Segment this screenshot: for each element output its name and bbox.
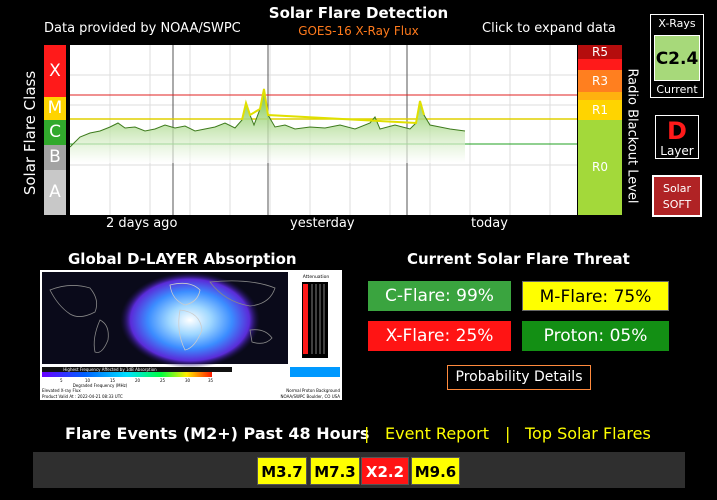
time-label-2-days-ago: 2 days ago [106,216,178,231]
scale-tick: 25 [160,378,166,383]
proton-background-text: Normal Proton Background [286,388,340,393]
scale-tick: 30 [185,378,191,383]
time-label-yesterday: yesterday [290,216,355,231]
dlayer-heading: Global D-LAYER Absorption [68,250,297,268]
probability-details-button[interactable]: Probability Details [447,365,591,390]
radio-level-r5: R5 [578,45,622,59]
threat-heading: Current Solar Flare Threat [407,250,630,268]
separator: | [505,424,511,443]
xray-current-panel[interactable]: X-Rays C2.4 Current [650,14,704,98]
map-caption: Highest Frequency Affected by 1dB Absorp… [63,367,157,372]
solarsoft-label-line1: Solar [662,182,692,195]
d-layer-button[interactable]: D Layer [655,115,699,159]
solarsoft-button[interactable]: Solar SOFT [652,175,702,217]
c-flare-probability: C-Flare: 99% [368,281,511,311]
attenuation-title: Attenuation [303,274,330,280]
flare-class-axis-label: Solar Flare Class [21,70,39,196]
proton-probability: Proton: 05% [522,321,669,351]
radio-level-r0: R0 [578,120,622,215]
flare-event-item[interactable]: X2.2 [361,457,409,485]
time-label-today: today [471,216,508,231]
d-letter-icon: D [667,117,687,145]
flare-event-item[interactable]: M3.7 [257,457,307,485]
radio-level-r1: R1 [578,100,622,120]
m-flare-probability: M-Flare: 75% [522,281,669,311]
dlayer-absorption-map[interactable]: Attenuation Highest Frequency Affected b… [40,270,342,400]
class-b: B [44,145,66,170]
scale-tick: 35 [208,378,214,383]
class-m: M [44,97,66,120]
radio-level-r3: R3 [578,70,622,92]
flare-events-heading: Flare Events (M2+) Past 48 Hours [65,424,370,443]
radio-level-r4 [578,59,622,70]
degraded-frequency-label: Degraded Frequency (MHz) [73,383,128,388]
radio-blackout-axis-label: Radio Blackout Level [624,68,640,204]
xray-flux-plot [70,45,577,215]
d-layer-label: Layer [660,144,694,158]
flare-event-item[interactable]: M7.3 [310,457,360,485]
solarsoft-label-line2: SOFT [662,198,692,211]
class-x: X [44,45,66,97]
product-valid-text: Product Valid At : 2022-04-21 08:33 UTC [42,394,123,399]
expand-data-link[interactable]: Click to expand data [482,21,616,36]
xray-current-label: Current [656,83,698,96]
top-solar-flares-link[interactable]: Top Solar Flares [525,424,651,443]
event-report-link[interactable]: Event Report [385,424,489,443]
separator: | [364,424,370,443]
class-c: C [44,120,66,145]
class-a: A [44,170,66,215]
xray-current-value: C2.4 [654,35,700,81]
credit-text: NOAA/SWPC Boulder, CO USA [281,394,341,399]
radio-level-r2 [578,92,622,100]
elevated-flux-text: Elevated X-ray Flux [42,388,81,393]
page-title: Solar Flare Detection [268,4,449,22]
xray-title: X-Rays [658,17,696,30]
scale-tick: 20 [135,378,141,383]
flare-event-item[interactable]: M9.6 [411,457,460,485]
x-flare-probability: X-Flare: 25% [368,321,511,351]
